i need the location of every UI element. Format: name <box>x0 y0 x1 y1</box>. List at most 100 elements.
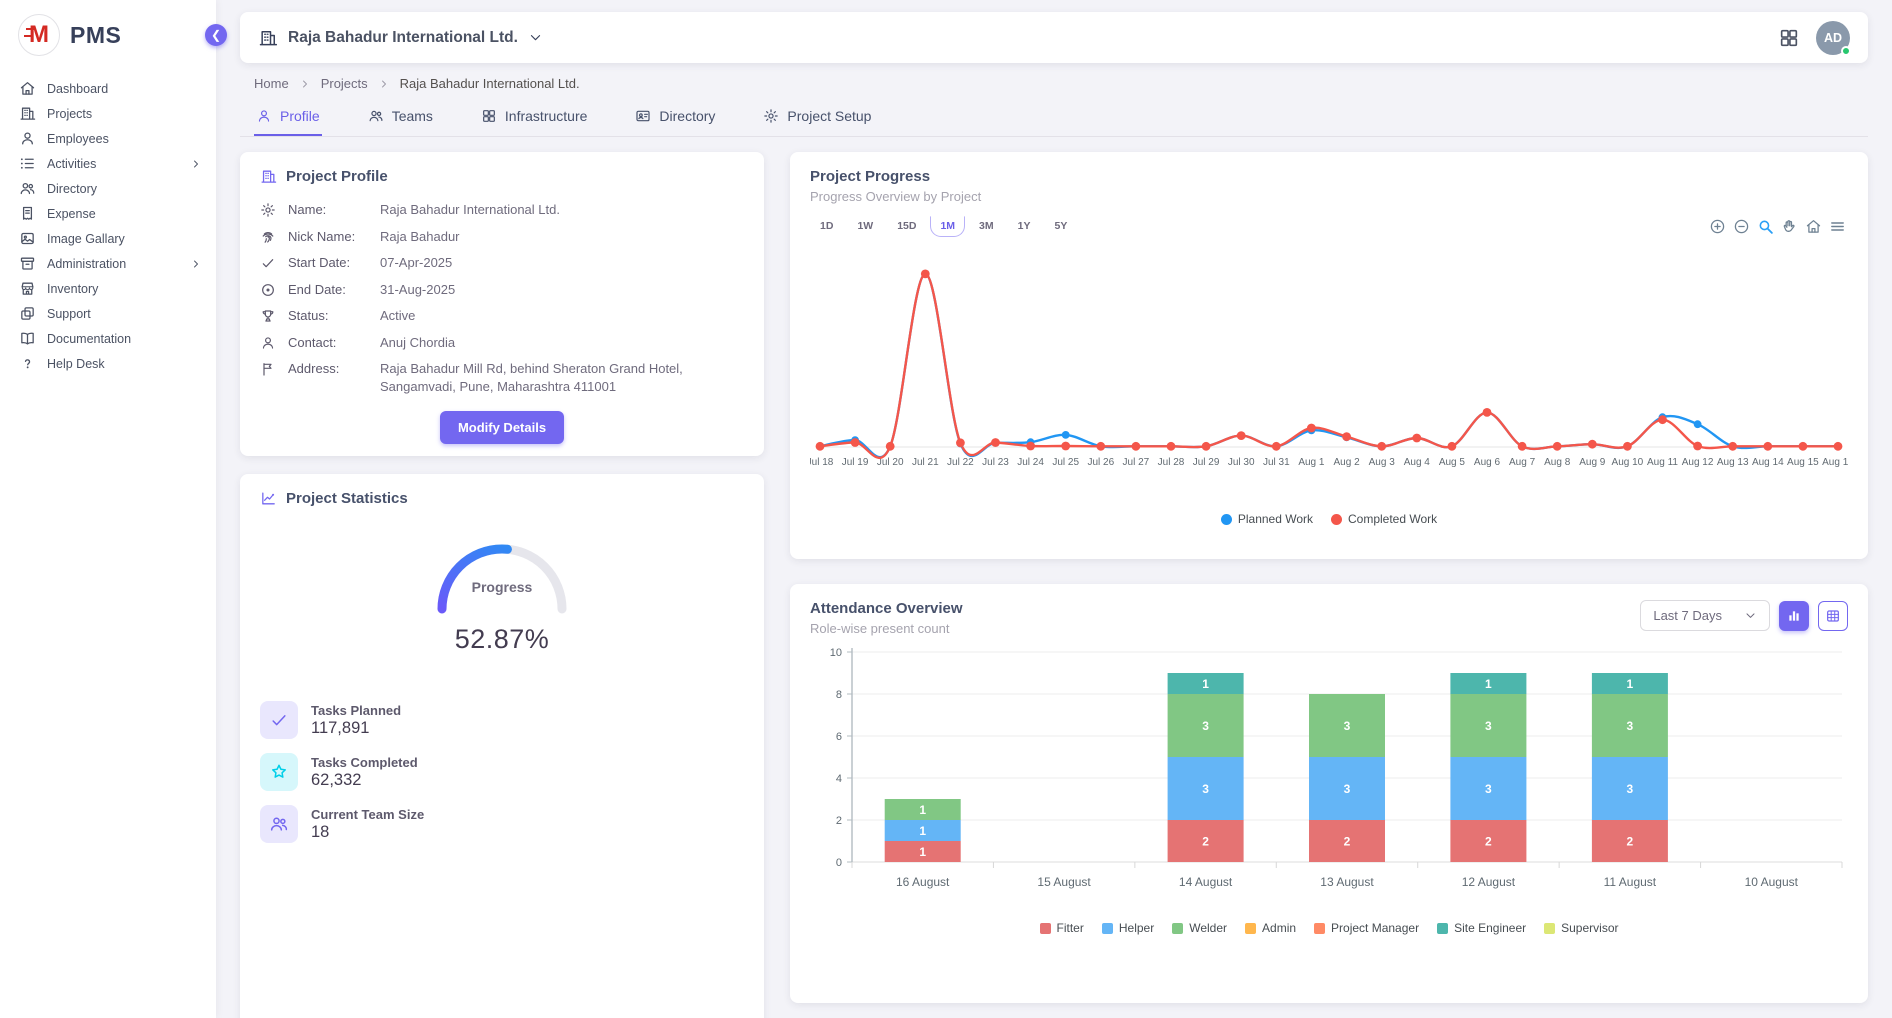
svg-text:2: 2 <box>1627 835 1634 849</box>
range-buttons: 1D1W15D1M3M1Y5Y <box>810 216 1848 237</box>
legend-completed-work[interactable]: Completed Work <box>1331 512 1437 526</box>
company-selector[interactable]: Raja Bahadur International Ltd. <box>258 28 543 48</box>
stat-value: 62,332 <box>311 771 418 790</box>
sidebar-item-inventory[interactable]: Inventory <box>0 276 216 301</box>
tab-teams[interactable]: Teams <box>366 101 435 136</box>
tab-directory[interactable]: Directory <box>633 101 717 136</box>
svg-text:15 August: 15 August <box>1037 875 1091 889</box>
svg-text:2: 2 <box>1202 835 1209 849</box>
svg-text:Aug 4: Aug 4 <box>1404 457 1431 468</box>
legend-label: Site Engineer <box>1454 921 1526 935</box>
tab-project-setup[interactable]: Project Setup <box>761 101 873 136</box>
sidebar-item-help-desk[interactable]: Help Desk <box>0 351 216 376</box>
stat-rows: Tasks Planned117,891Tasks Completed62,33… <box>260 701 744 843</box>
tab-profile[interactable]: Profile <box>254 101 322 136</box>
gauge-label: Progress <box>417 579 587 595</box>
gauge-value: 52.87% <box>417 624 587 655</box>
svg-text:16 August: 16 August <box>896 875 950 889</box>
field-value: 07-Apr-2025 <box>380 254 744 272</box>
app-logo[interactable]: M PMS <box>0 0 216 74</box>
breadcrumb-item-home[interactable]: Home <box>254 76 289 91</box>
tab-infrastructure[interactable]: Infrastructure <box>479 101 589 136</box>
sidebar-item-image-gallary[interactable]: Image Gallary <box>0 226 216 251</box>
attendance-card-subtitle: Role-wise present count <box>810 621 963 636</box>
sidebar-collapse-button[interactable]: ❮ <box>205 24 227 46</box>
svg-text:6: 6 <box>836 731 842 743</box>
profile-field-start-date: Start Date:07-Apr-2025 <box>260 254 744 272</box>
range-button-3m[interactable]: 3M <box>969 216 1004 237</box>
svg-text:Aug 8: Aug 8 <box>1544 457 1571 468</box>
range-button-15d[interactable]: 15D <box>887 216 926 237</box>
breadcrumb-item-projects[interactable]: Projects <box>321 76 368 91</box>
legend-planned-work[interactable]: Planned Work <box>1221 512 1313 526</box>
sidebar-item-activities[interactable]: Activities <box>0 151 216 176</box>
svg-text:10: 10 <box>830 647 842 659</box>
legend-label: Admin <box>1262 921 1296 935</box>
project-profile-card: Project Profile Name:Raja Bahadur Intern… <box>240 152 764 456</box>
legend-label: Completed Work <box>1348 512 1437 526</box>
sidebar-item-administration[interactable]: Administration <box>0 251 216 276</box>
zoom-out-icon[interactable] <box>1733 218 1750 235</box>
legend-fitter[interactable]: Fitter <box>1040 921 1084 935</box>
legend-swatch <box>1544 923 1555 934</box>
sidebar-item-projects[interactable]: Projects <box>0 101 216 126</box>
svg-text:2: 2 <box>1344 835 1351 849</box>
legend-supervisor[interactable]: Supervisor <box>1544 921 1618 935</box>
svg-text:3: 3 <box>1485 782 1492 796</box>
sidebar-item-label: Activities <box>47 157 96 171</box>
table-view-toggle[interactable] <box>1818 601 1848 631</box>
legend-admin[interactable]: Admin <box>1245 921 1296 935</box>
svg-text:2: 2 <box>1485 835 1492 849</box>
reset-home-icon[interactable] <box>1805 218 1822 235</box>
building-icon <box>260 168 277 185</box>
range-button-1w[interactable]: 1W <box>847 216 883 237</box>
svg-text:Aug 13: Aug 13 <box>1717 457 1749 468</box>
table-icon <box>1825 608 1841 624</box>
bar-chart-legend: Fitter Helper Welder Admin Project Manager Si… <box>810 921 1848 935</box>
project-statistics-card: Project Statistics Progress 52.87% Tasks… <box>240 474 764 1018</box>
sidebar-item-expense[interactable]: Expense <box>0 201 216 226</box>
chevron-down-icon <box>1744 609 1757 622</box>
sidebar-item-documentation[interactable]: Documentation <box>0 326 216 351</box>
field-label: Nick Name: <box>288 228 368 246</box>
field-value: 31-Aug-2025 <box>380 281 744 299</box>
chart-view-toggle[interactable] <box>1779 601 1809 631</box>
apps-grid-icon[interactable] <box>1778 27 1800 49</box>
image-icon <box>19 230 36 247</box>
stat-value: 117,891 <box>311 719 401 738</box>
chart-menu-icon[interactable] <box>1829 218 1846 235</box>
pan-hand-icon[interactable] <box>1781 218 1798 235</box>
range-button-5y[interactable]: 5Y <box>1044 216 1077 237</box>
zoom-in-icon[interactable] <box>1709 218 1726 235</box>
attendance-range-select[interactable]: Last 7 Days <box>1640 600 1770 631</box>
legend-project-manager[interactable]: Project Manager <box>1314 921 1419 935</box>
legend-site-engineer[interactable]: Site Engineer <box>1437 921 1526 935</box>
legend-welder[interactable]: Welder <box>1172 921 1227 935</box>
bar-chart-icon <box>1786 608 1802 624</box>
range-button-1y[interactable]: 1Y <box>1008 216 1041 237</box>
field-value: Active <box>380 307 744 325</box>
user-icon <box>260 335 276 351</box>
user-icon <box>256 108 272 124</box>
legend-helper[interactable]: Helper <box>1102 921 1154 935</box>
users-icon <box>368 108 384 124</box>
sidebar-item-directory[interactable]: Directory <box>0 176 216 201</box>
legend-label: Fitter <box>1057 921 1084 935</box>
sidebar-item-support[interactable]: Support <box>0 301 216 326</box>
sidebar-item-dashboard[interactable]: Dashboard <box>0 76 216 101</box>
legend-label: Planned Work <box>1238 512 1313 526</box>
range-button-1d[interactable]: 1D <box>810 216 843 237</box>
svg-text:2: 2 <box>836 815 842 827</box>
legend-label: Welder <box>1189 921 1227 935</box>
svg-text:14 August: 14 August <box>1179 875 1233 889</box>
range-button-1m[interactable]: 1M <box>930 216 965 237</box>
fingerprint-icon <box>260 229 276 245</box>
sidebar-item-label: Employees <box>47 132 109 146</box>
tab-label: Project Setup <box>787 108 871 124</box>
flag-icon <box>260 361 276 377</box>
modify-details-button[interactable]: Modify Details <box>440 411 564 444</box>
sidebar-item-employees[interactable]: Employees <box>0 126 216 151</box>
svg-text:Aug 15: Aug 15 <box>1787 457 1819 468</box>
selection-zoom-icon[interactable] <box>1757 218 1774 235</box>
user-avatar[interactable]: AD <box>1816 21 1850 55</box>
